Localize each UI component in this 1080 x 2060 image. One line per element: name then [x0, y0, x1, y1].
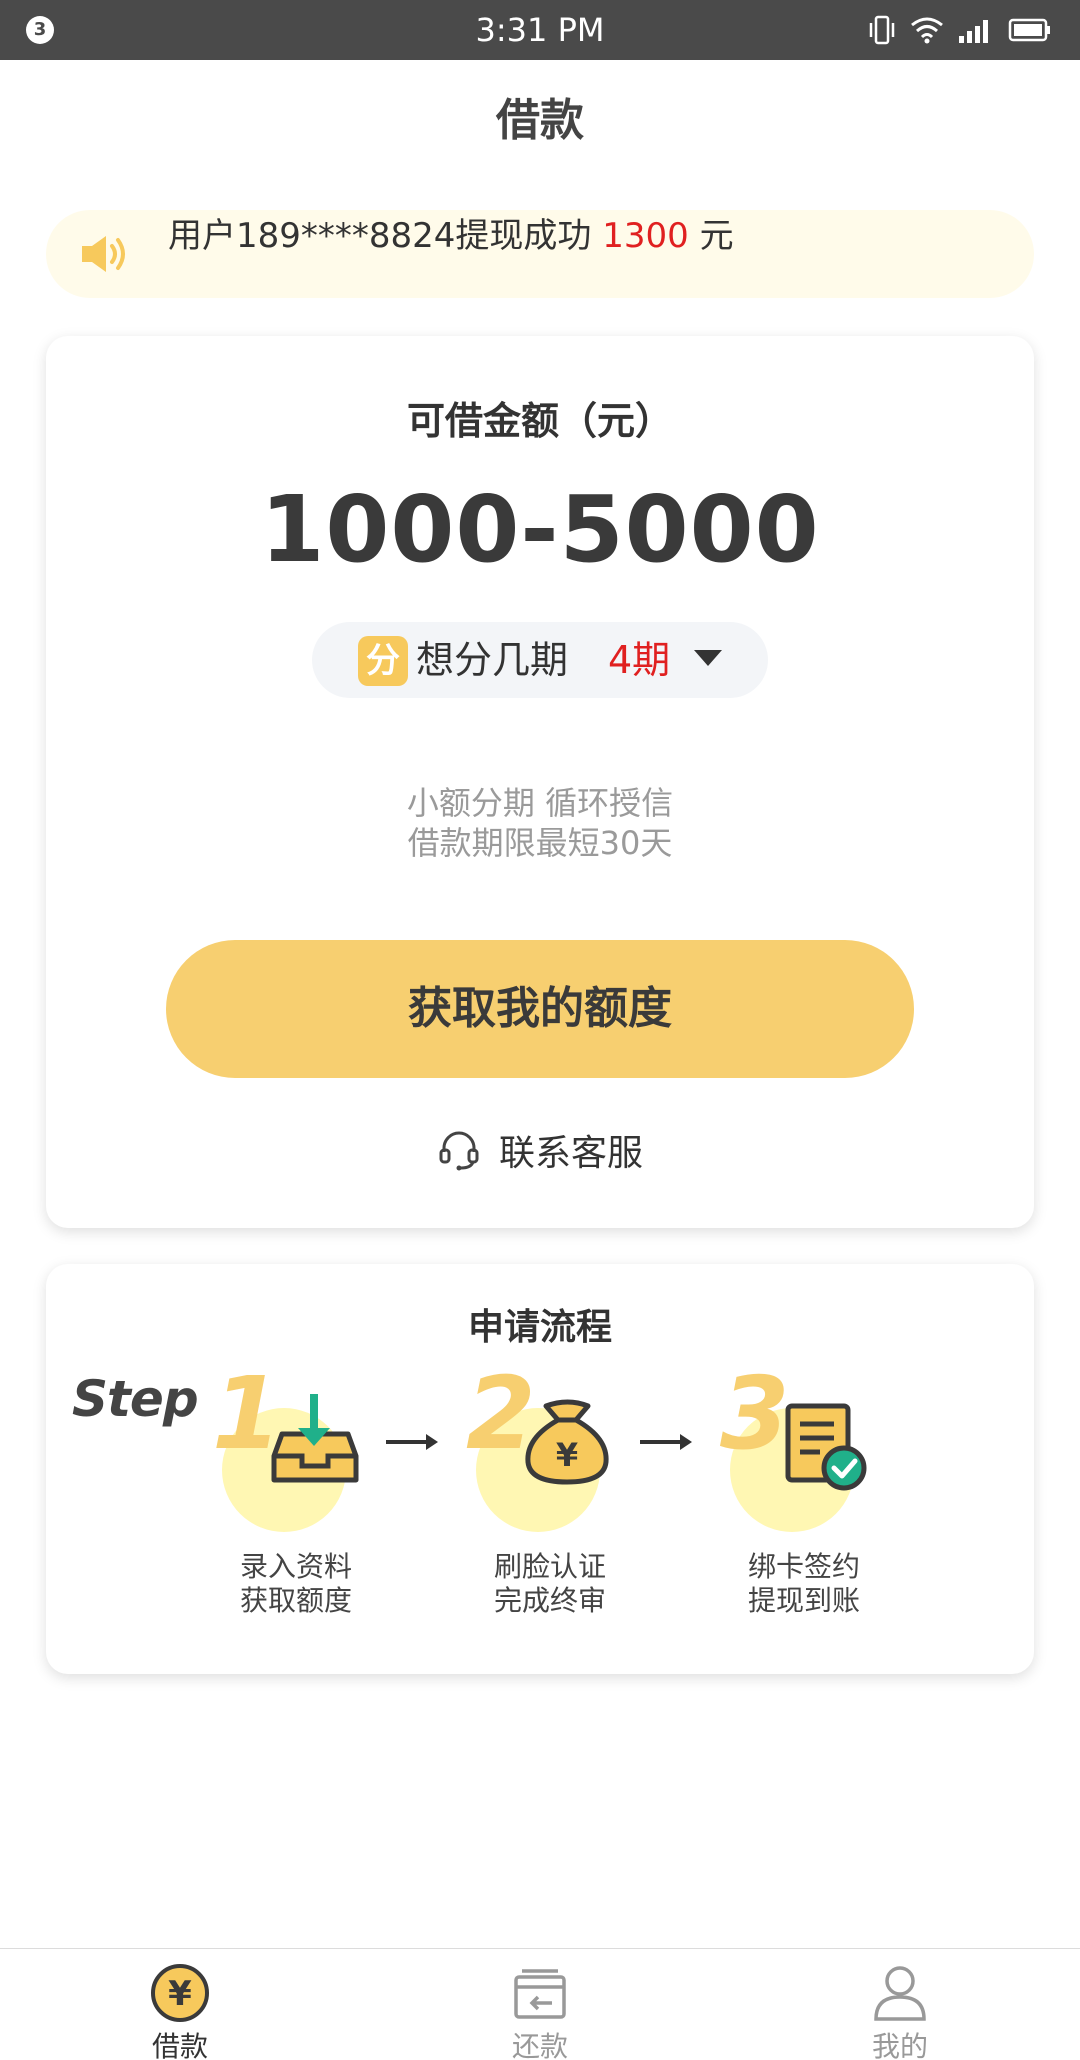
wifi-icon	[911, 17, 943, 44]
installment-badge-icon: 分	[358, 636, 408, 686]
yuan-coin-icon: ¥	[151, 1964, 209, 2022]
speaker-icon	[82, 236, 125, 272]
notice-prefix: 用户189****8824提现成功	[168, 216, 603, 256]
svg-text:¥: ¥	[168, 1974, 192, 2014]
step-caption-line-2: 完成终审	[493, 1584, 606, 1617]
notice-text: 用户189****8824提现成功 1300 元	[168, 210, 734, 298]
vibrate-icon	[869, 15, 895, 45]
application-process-card: 申请流程 Step 1 录入资料 获取额度 2 ¥ 刷脸认证 完成终审 3 绑卡…	[46, 1264, 1034, 1674]
tab-label: 我的	[871, 2030, 928, 2060]
inbox-download-icon	[271, 1394, 359, 1483]
description-line-2: 借款期限最短30天	[407, 824, 673, 862]
bottom-tab-bar: ¥ 借款 还款 我的	[0, 1948, 1080, 2060]
amount-range: 1000-5000	[260, 476, 820, 583]
tab-mine[interactable]: 我的	[720, 1949, 1080, 2060]
contact-support-link[interactable]: 联系客服	[46, 1120, 1034, 1180]
available-amount-label: 可借金额（元）	[406, 399, 673, 443]
support-label: 联系客服	[498, 1133, 643, 1174]
status-icons	[868, 14, 1052, 46]
chevron-down-icon	[694, 650, 722, 666]
arrow-right-icon	[640, 1434, 692, 1450]
installment-selector[interactable]: 分 想分几期 4期	[312, 622, 768, 698]
process-step-3: 3 绑卡签约 提现到账	[720, 1364, 910, 1634]
svg-text:¥: ¥	[556, 1436, 578, 1474]
notice-suffix: 元	[688, 216, 734, 256]
step-word: Step	[72, 1370, 199, 1428]
tab-repay[interactable]: 还款	[360, 1949, 720, 2060]
installment-value: 4期	[608, 638, 671, 682]
step-caption-line-1: 绑卡签约	[747, 1550, 860, 1583]
step-caption-line-2: 提现到账	[747, 1584, 860, 1617]
process-step-2: 2 ¥ 刷脸认证 完成终审	[466, 1364, 656, 1634]
step-caption-line-1: 刷脸认证	[493, 1550, 606, 1583]
tab-label: 借款	[151, 2030, 208, 2060]
tab-loan[interactable]: ¥ 借款	[0, 1949, 360, 2060]
loan-amount-card: 可借金额（元） 1000-5000 分 想分几期 4期 小额分期 循环授信 借款…	[46, 336, 1034, 1228]
status-bar: 3 3:31 PM	[0, 0, 1080, 60]
page-title: 借款	[496, 95, 584, 146]
step-caption-line-2: 获取额度	[239, 1584, 352, 1617]
document-check-icon	[785, 1403, 867, 1491]
get-credit-limit-button[interactable]: 获取我的额度	[166, 940, 914, 1078]
repay-card-icon	[514, 1969, 566, 2019]
battery-icon	[1008, 18, 1050, 42]
signal-icon	[959, 20, 988, 43]
withdrawal-notice-banner: 用户189****8824提现成功 1300 元	[46, 210, 1034, 298]
tab-label: 还款	[511, 2030, 568, 2060]
installment-prompt: 想分几期	[416, 638, 569, 682]
process-title: 申请流程	[467, 1307, 612, 1348]
step-caption-line-1: 录入资料	[239, 1550, 352, 1583]
arrow-right-icon	[386, 1434, 438, 1450]
user-icon	[874, 1966, 926, 2021]
money-bag-icon: ¥	[525, 1399, 609, 1485]
process-step-1: 1 录入资料 获取额度	[212, 1364, 402, 1634]
headset-icon	[439, 1131, 479, 1171]
notice-amount: 1300	[602, 216, 689, 256]
